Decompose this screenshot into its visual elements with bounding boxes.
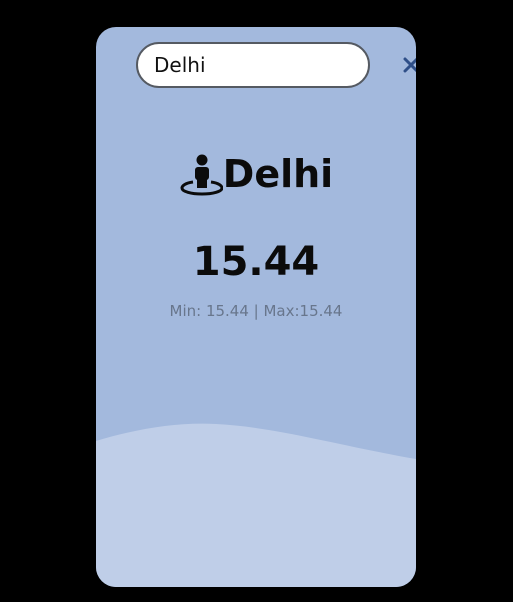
clear-search-button[interactable]	[403, 53, 416, 77]
city-heading: Delhi	[96, 152, 416, 196]
search-input[interactable]	[138, 44, 403, 86]
close-icon	[403, 57, 416, 73]
wave-decoration	[96, 423, 416, 587]
search-box	[136, 42, 416, 88]
min-max-temperature: Min: 15.44 | Max:15.44	[169, 302, 343, 320]
weather-card: Delhi 15.44 Min: 15.44 | Max:15.44	[96, 27, 416, 587]
temperature: 15.44	[192, 239, 320, 285]
city-name: Delhi	[222, 152, 334, 196]
street-view-icon	[180, 154, 223, 196]
